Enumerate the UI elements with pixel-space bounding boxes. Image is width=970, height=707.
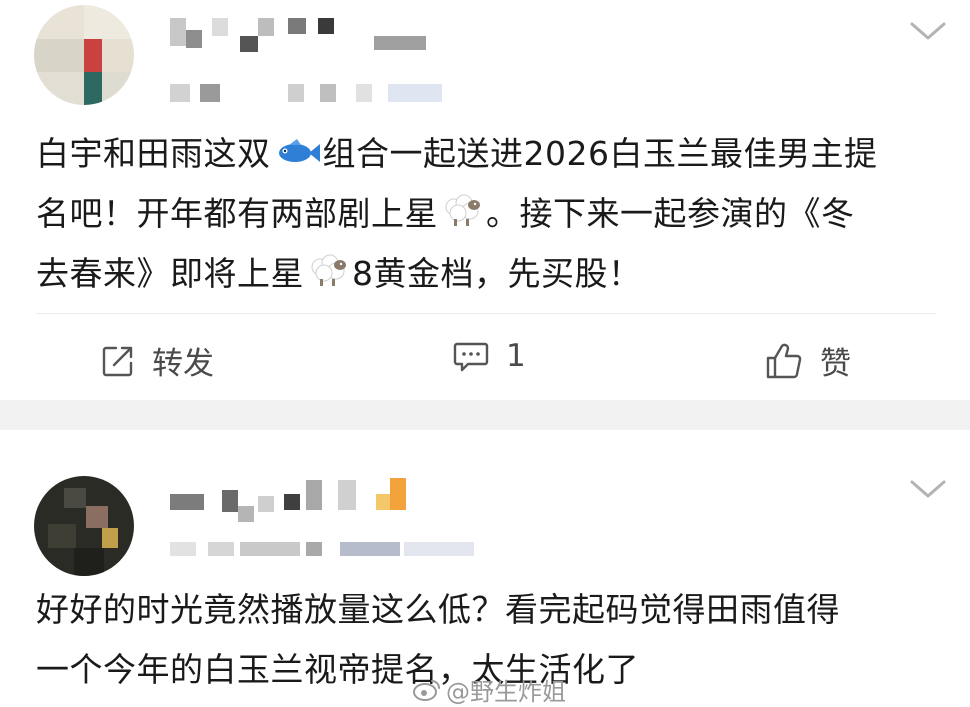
content-line: 去春来》即将上星 8黄金档，先买股！ bbox=[36, 244, 877, 304]
content-line: 白宇和田雨这双 组合一起送进2026白玉兰最佳男主提 bbox=[36, 124, 877, 184]
actions-divider bbox=[36, 313, 936, 314]
chevron-down-icon[interactable] bbox=[908, 476, 948, 502]
content-line: 名吧！开年都有两部剧上星 。接下来一起参演的《冬 bbox=[36, 184, 877, 244]
sheep-icon bbox=[440, 186, 484, 246]
post-content: 白宇和田雨这双 组合一起送进2026白玉兰最佳男主提 名吧！开年都有两部剧上星 bbox=[36, 124, 877, 304]
like-button[interactable]: 赞 bbox=[764, 338, 851, 383]
weibo-watermark: @野生炸姐 bbox=[412, 672, 566, 707]
weibo-post-1: 白宇和田雨这双 组合一起送进2026白玉兰最佳男主提 名吧！开年都有两部剧上星 bbox=[0, 0, 970, 400]
comment-button[interactable]: 1 bbox=[452, 338, 526, 374]
user-avatar[interactable] bbox=[34, 476, 134, 576]
sheep-icon bbox=[306, 246, 350, 306]
weibo-eye-icon bbox=[413, 679, 440, 701]
watermark-text: @野生炸姐 bbox=[446, 678, 566, 706]
thumbs-up-icon bbox=[766, 343, 802, 378]
repost-label: 转发 bbox=[152, 346, 214, 382]
post-separator bbox=[0, 400, 970, 430]
comment-icon bbox=[453, 342, 489, 372]
chevron-down-icon[interactable] bbox=[908, 18, 948, 44]
weibo-post-2: 好好的时光竟然播放量这么低？看完起码觉得田雨值得 一个今年的白玉兰视帝提名，太生… bbox=[0, 430, 970, 707]
comment-count: 1 bbox=[506, 338, 526, 374]
share-icon bbox=[102, 346, 133, 376]
fish-icon bbox=[273, 126, 321, 186]
like-label: 赞 bbox=[820, 346, 851, 382]
repost-button[interactable]: 转发 bbox=[100, 338, 214, 383]
content-line: 好好的时光竟然播放量这么低？看完起码觉得田雨值得 bbox=[36, 590, 840, 629]
user-avatar[interactable] bbox=[34, 5, 134, 105]
